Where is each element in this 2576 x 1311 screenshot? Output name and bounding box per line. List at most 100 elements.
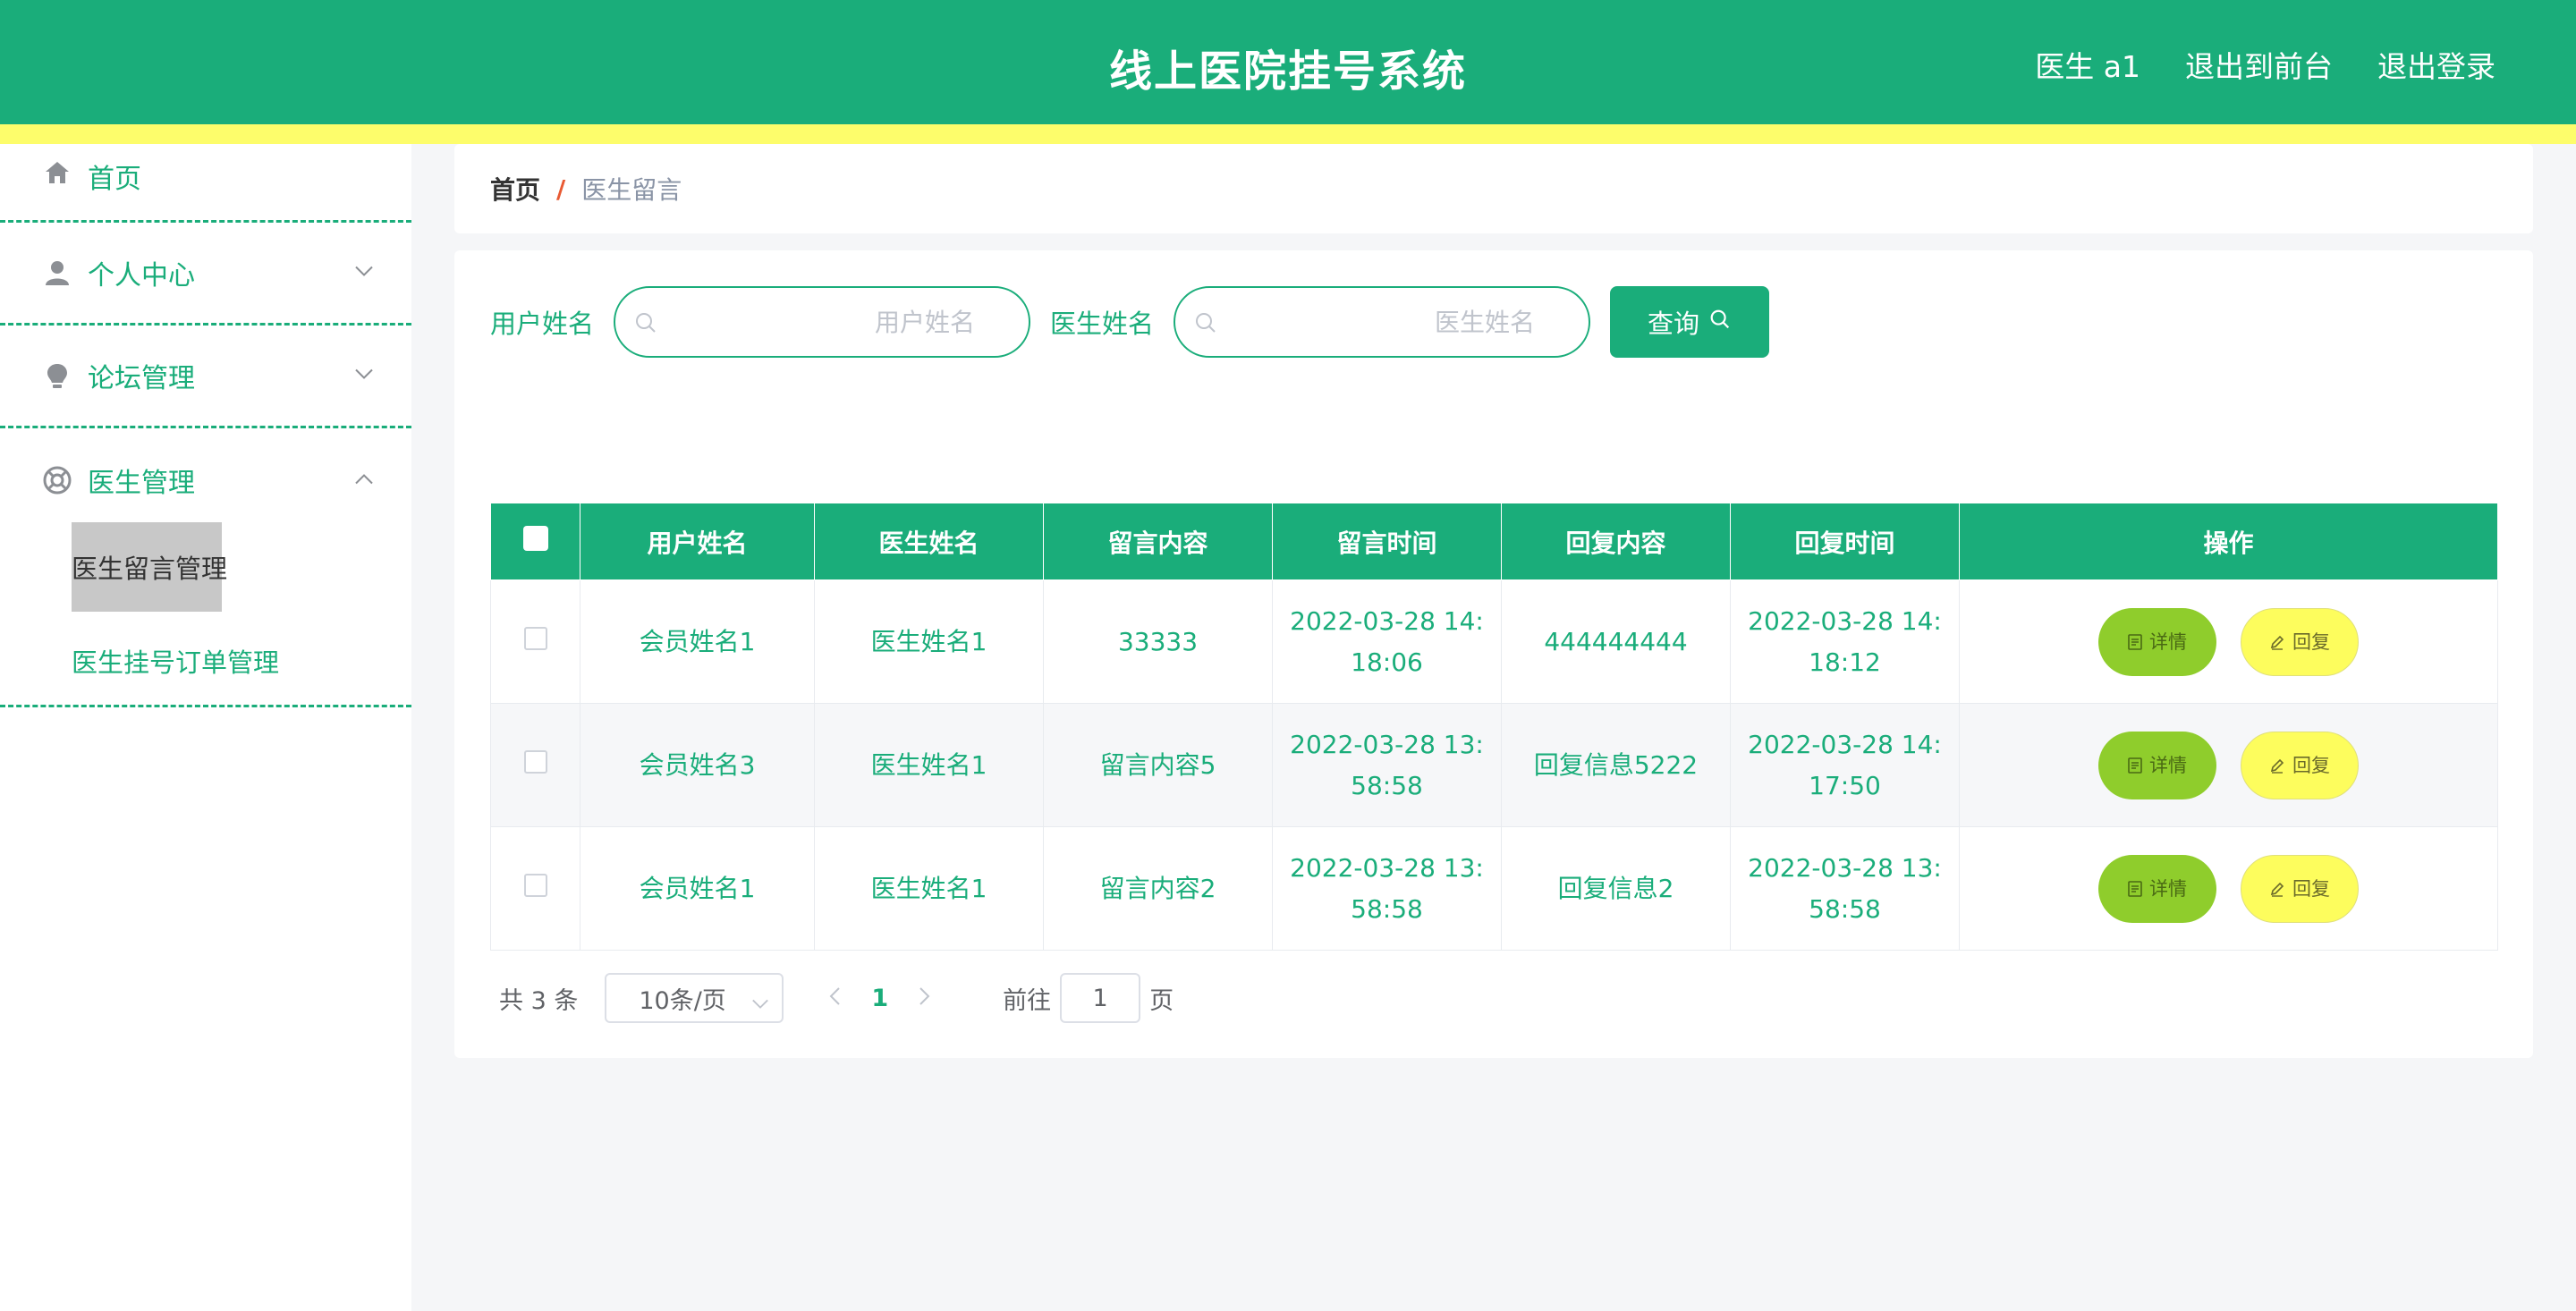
table-row: 会员姓名1 医生姓名1 留言内容2 2022-03-28 13: 58:58 回复…	[490, 826, 2498, 951]
actions-cell: 详情 回复	[1959, 579, 2498, 704]
goto-unit: 页	[1149, 986, 1174, 1015]
document-icon	[2128, 757, 2142, 774]
sidebar-item-forum[interactable]: 论坛管理	[0, 326, 411, 428]
home-icon	[41, 156, 73, 189]
sidebar: 首页 个人中心 论坛管理 医生管理 医生留言管理 医生挂号订单管理	[0, 144, 411, 1311]
goto-label: 前往	[1003, 986, 1052, 1015]
row-checkbox[interactable]	[523, 873, 547, 897]
chevron-up-icon	[354, 471, 374, 488]
query-button[interactable]: 查询	[1610, 286, 1770, 358]
reply-time-cell: 2022-03-28 13: 58:58	[1730, 826, 1960, 951]
reply-time-date: 2022-03-28 14:	[1748, 605, 1942, 636]
main-panel: 用户姓名 医生姓名 查询	[454, 250, 2533, 1058]
user-name-input[interactable]	[615, 288, 1030, 356]
doctor-name-cell: 医生姓名1	[814, 579, 1044, 704]
sidebar-subitem-doctor-orders[interactable]: 医生挂号订单管理	[72, 642, 411, 680]
doctor-name-input[interactable]	[1175, 288, 1589, 356]
breadcrumb: 首页 / 医生留言	[454, 144, 2533, 233]
page-number[interactable]: 1	[871, 985, 888, 1012]
edit-icon	[2270, 882, 2284, 897]
column-header: 操作	[1959, 503, 2498, 580]
reply-button[interactable]: 回复	[2240, 731, 2359, 799]
select-all-checkbox[interactable]	[522, 526, 548, 551]
chevron-right-icon	[919, 986, 930, 1005]
table-row: 会员姓名1 医生姓名1 33333 2022-03-28 14: 18:06 44…	[490, 579, 2498, 704]
breadcrumb-home[interactable]: 首页	[490, 171, 540, 207]
goto-page-input[interactable]	[1060, 973, 1141, 1023]
prev-page-button[interactable]	[828, 985, 841, 1012]
reply-content-cell: 444444444	[1501, 579, 1731, 704]
header-stripe	[0, 124, 2576, 144]
chevron-down-icon	[751, 989, 769, 1017]
sidebar-item-personal[interactable]: 个人中心	[0, 223, 411, 326]
user-name-label: 用户姓名	[490, 309, 595, 339]
document-icon	[2128, 633, 2142, 650]
message-time-cell: 2022-03-28 14: 18:06	[1272, 579, 1502, 704]
message-time-clock: 18:06	[1351, 647, 1423, 677]
header-actions: 医生 a1 退出到前台 退出登录	[2035, 43, 2496, 86]
search-icon	[1193, 310, 1218, 339]
doctor-name-search	[1174, 286, 1591, 358]
sidebar-item-home[interactable]: 首页	[0, 144, 411, 223]
message-time-cell: 2022-03-28 13: 58:58	[1272, 703, 1502, 827]
chevron-down-icon	[354, 368, 374, 385]
reply-time-date: 2022-03-28 14:	[1748, 729, 1942, 759]
reply-button-label: 回复	[2292, 754, 2330, 776]
next-page-button[interactable]	[919, 985, 931, 1012]
page-size-value: 10条/页	[639, 986, 726, 1015]
row-select-cell	[490, 579, 580, 704]
message-time-clock: 58:58	[1351, 893, 1423, 924]
detail-button-label: 详情	[2149, 877, 2188, 900]
table-row: 会员姓名3 医生姓名1 留言内容5 2022-03-28 13: 58:58 回复…	[490, 703, 2498, 827]
sidebar-group-doctor: 医生管理 医生留言管理 医生挂号订单管理	[0, 428, 411, 707]
column-header: 用户姓名	[580, 503, 815, 580]
user-icon	[41, 257, 73, 289]
message-time-date: 2022-03-28 13:	[1290, 852, 1484, 883]
reply-time-clock: 17:50	[1809, 770, 1881, 800]
doctor-name-label: 医生姓名	[1050, 309, 1155, 339]
logout-link[interactable]: 退出登录	[2377, 43, 2496, 86]
reply-button-label: 回复	[2292, 630, 2330, 653]
message-time-date: 2022-03-28 13:	[1290, 729, 1484, 759]
reply-time-date: 2022-03-28 13:	[1748, 852, 1942, 883]
breadcrumb-separator: /	[556, 173, 566, 204]
actions-cell: 详情 回复	[1959, 703, 2498, 827]
row-select-cell	[490, 826, 580, 951]
reply-button[interactable]: 回复	[2240, 854, 2359, 923]
document-icon	[2128, 880, 2142, 897]
detail-button[interactable]: 详情	[2098, 607, 2217, 676]
edit-icon	[2270, 758, 2284, 774]
message-time-date: 2022-03-28 14:	[1290, 605, 1484, 636]
detail-button[interactable]: 详情	[2098, 731, 2217, 799]
doctor-name-cell: 医生姓名1	[814, 703, 1044, 827]
column-header: 回复时间	[1730, 503, 1960, 580]
user-name-search	[614, 286, 1031, 358]
sidebar-subitem-doctor-messages[interactable]: 医生留言管理	[72, 522, 227, 612]
message-table: 用户姓名 医生姓名 留言内容 留言时间 回复内容 回复时间 操作 会员姓名1 医…	[490, 503, 2498, 951]
reply-content-cell: 回复信息5222	[1501, 703, 1731, 827]
message-content-cell: 33333	[1043, 579, 1273, 704]
reply-button[interactable]: 回复	[2240, 607, 2359, 676]
breadcrumb-current: 医生留言	[581, 175, 682, 205]
sidebar-item-label: 首页	[88, 164, 141, 195]
lifebuoy-icon	[41, 464, 73, 496]
actions-cell: 详情 回复	[1959, 826, 2498, 951]
reply-button-label: 回复	[2292, 877, 2330, 900]
page-size-select[interactable]: 10条/页	[605, 973, 784, 1023]
reply-time-cell: 2022-03-28 14: 17:50	[1730, 703, 1960, 827]
row-checkbox[interactable]	[523, 749, 547, 774]
search-icon	[633, 310, 658, 339]
detail-button[interactable]: 详情	[2098, 854, 2217, 923]
sidebar-item-label: 个人中心	[88, 260, 195, 292]
current-user-label[interactable]: 医生 a1	[2035, 43, 2140, 86]
row-select-cell	[490, 703, 580, 827]
back-to-front-link[interactable]: 退出到前台	[2185, 43, 2333, 86]
edit-icon	[2270, 635, 2284, 650]
reply-content-cell: 回复信息2	[1501, 826, 1731, 951]
message-content-cell: 留言内容2	[1043, 826, 1273, 951]
sidebar-item-doctor[interactable]: 医生管理	[0, 428, 411, 531]
reply-time-clock: 58:58	[1809, 893, 1881, 924]
row-checkbox[interactable]	[523, 626, 547, 650]
query-button-label: 查询	[1648, 309, 1700, 339]
sidebar-item-label: 医生管理	[88, 467, 195, 499]
